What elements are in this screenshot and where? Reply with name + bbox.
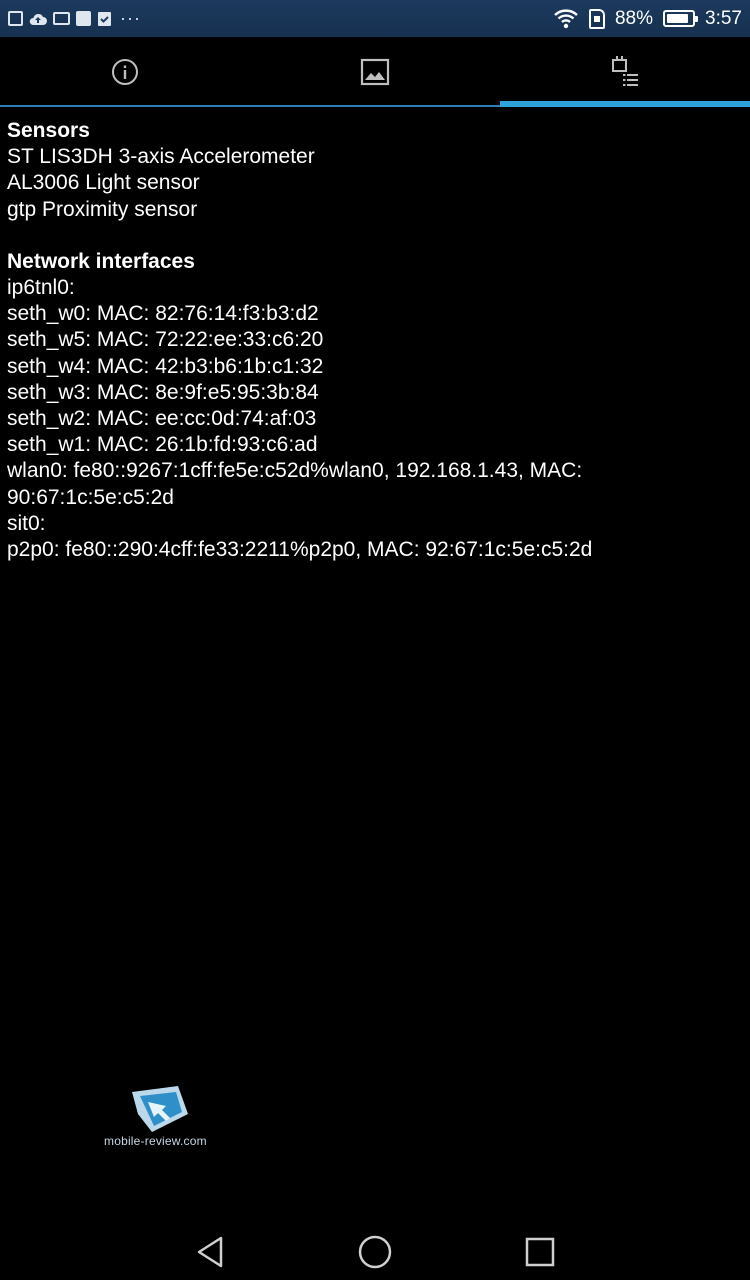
tab-indicator <box>0 105 250 107</box>
cloud-upload-icon <box>29 13 47 25</box>
device-list-icon <box>612 56 638 86</box>
network-item: seth_w4: MAC: 42:b3:b6:1b:c1:32 <box>7 354 324 378</box>
home-icon <box>358 1235 392 1269</box>
keyboard-icon <box>53 12 70 25</box>
network-item: seth_w5: MAC: 72:22:ee:33:c6:20 <box>7 328 324 352</box>
gallery-icon <box>8 11 23 26</box>
tab-bar <box>0 37 750 107</box>
tab-info[interactable] <box>0 37 250 107</box>
network-item: seth_w2: MAC: ee:cc:0d:74:af:03 <box>7 407 317 431</box>
network-item: seth_w1: MAC: 26:1b:fd:93:c6:ad <box>7 433 318 457</box>
tab-system[interactable] <box>500 37 750 107</box>
more-notifications-icon: ··· <box>120 8 141 28</box>
recents-button[interactable] <box>520 1232 560 1272</box>
notification-icons: ··· <box>8 0 141 37</box>
clipboard-check-icon <box>98 12 111 26</box>
watermark-logo <box>132 1086 188 1132</box>
battery-fill <box>667 14 689 23</box>
tab-display[interactable] <box>250 37 500 107</box>
wifi-icon <box>554 8 578 28</box>
network-item: seth_w3: MAC: 8e:9f:e5:95:3b:84 <box>7 380 319 404</box>
sensor-item: ST LIS3DH 3-axis Accelerometer <box>7 145 315 169</box>
back-icon <box>197 1236 223 1268</box>
network-item: ip6tnl0: <box>7 276 75 300</box>
google-plus-icon <box>76 11 91 26</box>
network-item: wlan0: fe80::9267:1cff:fe5e:c52d%wlan0, … <box>7 459 583 483</box>
tab-indicator <box>250 105 500 107</box>
sensors-heading: Sensors <box>7 119 90 142</box>
sensor-item: gtp Proximity sensor <box>7 197 198 221</box>
network-item: p2p0: fe80::290:4cff:fe33:2211%p2p0, MAC… <box>7 538 593 562</box>
network-heading: Network interfaces <box>7 249 195 273</box>
battery-icon <box>663 10 699 27</box>
navigation-bar <box>0 1220 750 1280</box>
status-icons: 88% 3:57 <box>553 0 742 37</box>
watermark: mobile-review.com <box>104 1084 214 1154</box>
battery-percent: 88% <box>614 7 654 29</box>
status-bar: ··· 88% 3:57 <box>0 0 750 37</box>
system-info-content: Sensors ST LIS3DH 3-axis Accelerometer A… <box>7 118 742 563</box>
sensor-item: AL3006 Light sensor <box>7 171 200 195</box>
image-icon <box>360 58 390 86</box>
home-button[interactable] <box>355 1232 395 1272</box>
recents-icon <box>525 1237 555 1267</box>
back-button[interactable] <box>190 1232 230 1272</box>
sim-card-icon <box>588 8 605 29</box>
clock: 3:57 <box>705 7 742 29</box>
network-item: seth_w0: MAC: 82:76:14:f3:b3:d2 <box>7 302 319 326</box>
network-item: sit0: <box>7 511 46 535</box>
watermark-text: mobile-review.com <box>104 1134 207 1148</box>
network-item: 90:67:1c:5e:c5:2d <box>7 485 174 509</box>
info-icon <box>112 59 138 85</box>
tab-indicator-active <box>500 101 750 107</box>
